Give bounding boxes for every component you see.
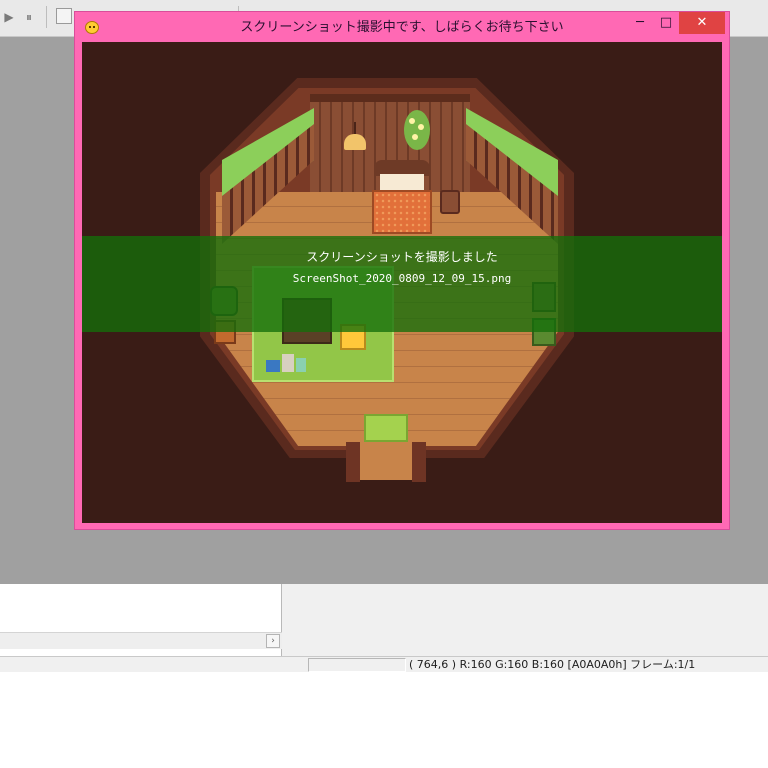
scroll-right-icon[interactable]: ›	[266, 634, 280, 648]
screenshot-filename: ScreenShot_2020_0809_12_09_15.png	[292, 272, 512, 285]
close-button[interactable]: ✕	[679, 12, 725, 34]
maximize-button[interactable]: □	[653, 12, 679, 34]
door-post-left	[346, 442, 360, 482]
toy-mushroom	[296, 358, 306, 372]
flower	[418, 124, 424, 130]
game-window[interactable]: スクリーンショット撮影中です、しばらくお待ち下さい ─ □ ✕ スクリーンショッ…	[74, 11, 730, 530]
doormat	[364, 414, 408, 442]
lower-panel: ›	[0, 584, 768, 656]
toy-house	[282, 354, 294, 372]
layer-icon[interactable]	[56, 8, 72, 24]
bed-pillow	[380, 174, 424, 190]
lamp-cord	[354, 122, 356, 134]
status-cell-empty	[308, 658, 406, 672]
hanging-plant	[404, 110, 430, 150]
screenshot-notification: スクリーンショットを撮影しました ScreenShot_2020_0809_12…	[82, 236, 722, 332]
clay-pot	[440, 190, 460, 214]
horizontal-scrollbar[interactable]: ›	[0, 632, 282, 649]
pixel-info-readout: ( 764,6 ) R:160 G:160 B:160 [A0A0A0h] フレ…	[409, 658, 696, 671]
play-icon[interactable]: ▶	[0, 7, 18, 27]
game-viewport[interactable]: スクリーンショットを撮影しました ScreenShot_2020_0809_12…	[82, 42, 722, 523]
pause-icon[interactable]: ⏸	[20, 7, 38, 27]
minimize-button[interactable]: ─	[627, 12, 653, 34]
list-pane[interactable]: ›	[0, 584, 282, 656]
notification-message: スクリーンショットを撮影しました	[306, 250, 498, 264]
bed-blanket	[372, 190, 432, 234]
doorway-floor	[358, 442, 414, 480]
ceiling-lamp	[344, 134, 366, 150]
toy-block	[266, 360, 280, 372]
window-titlebar[interactable]: スクリーンショット撮影中です、しばらくお待ち下さい ─ □ ✕	[75, 12, 729, 42]
status-bar: ( 764,6 ) R:160 G:160 B:160 [A0A0A0h] フレ…	[0, 656, 768, 672]
flower	[409, 118, 415, 124]
flower	[412, 134, 418, 140]
door-post-right	[412, 442, 426, 482]
toolbar-separator	[46, 6, 47, 28]
